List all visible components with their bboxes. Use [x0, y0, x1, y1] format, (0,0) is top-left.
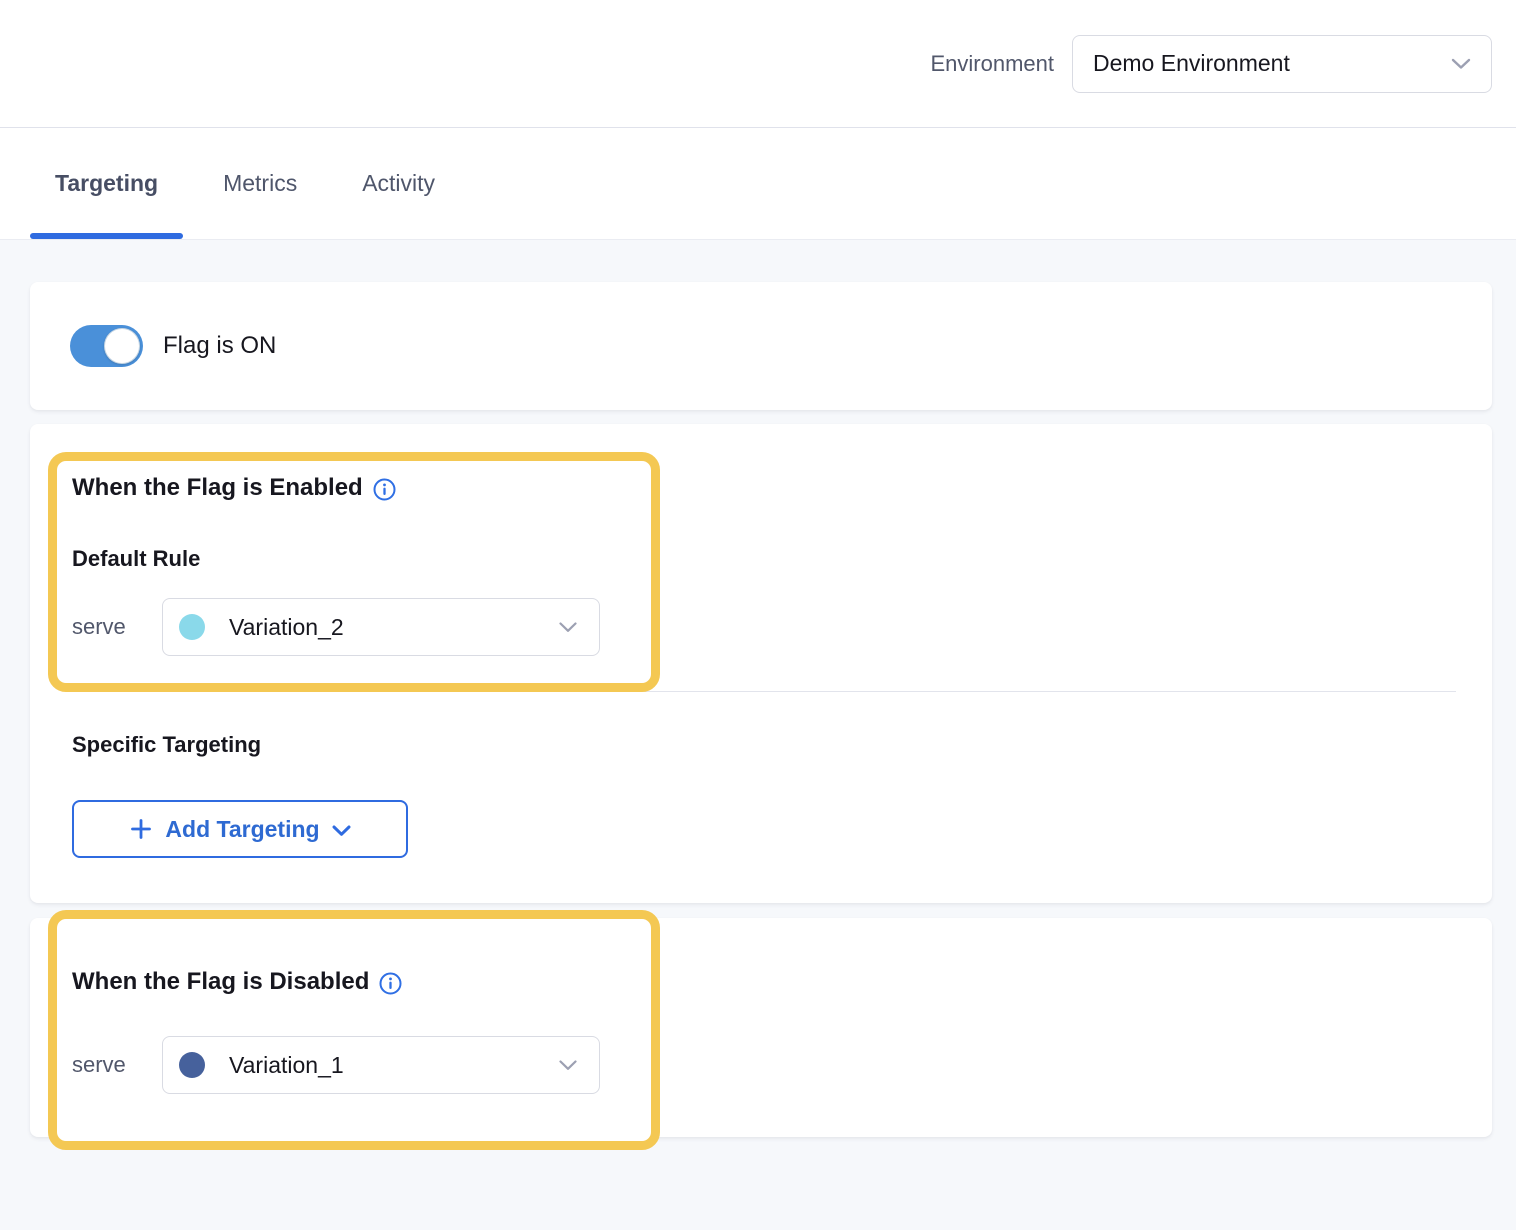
add-targeting-button[interactable]: Add Targeting	[72, 800, 408, 858]
toggle-knob	[104, 328, 140, 364]
enabled-variation-value: Variation_2	[229, 614, 559, 641]
disabled-section-highlight: When the Flag is Disabled serve Variatio…	[48, 910, 660, 1150]
enabled-section-title: When the Flag is Enabled	[72, 473, 363, 503]
flag-status-label: Flag is ON	[163, 332, 276, 360]
environment-value: Demo Environment	[1093, 50, 1451, 77]
add-targeting-label: Add Targeting	[165, 816, 319, 843]
targeting-panel: Flag is ON When the Flag is Enabled Defa…	[0, 240, 1516, 1137]
variation-color-dot	[179, 1052, 205, 1078]
specific-targeting-title: Specific Targeting	[72, 732, 1492, 758]
active-tab-underline	[30, 233, 183, 239]
tab-targeting[interactable]: Targeting	[30, 128, 183, 239]
disabled-section-title: When the Flag is Disabled	[72, 967, 369, 997]
chevron-down-icon	[332, 825, 351, 837]
disabled-variation-select[interactable]: Variation_1	[162, 1036, 600, 1094]
enabled-variation-select[interactable]: Variation_2	[162, 598, 600, 656]
chevron-down-icon	[559, 1060, 577, 1071]
serve-label: serve	[72, 1052, 162, 1078]
flag-status-card: Flag is ON	[30, 282, 1492, 410]
disabled-variation-value: Variation_1	[229, 1052, 559, 1079]
default-rule-label: Default Rule	[72, 546, 651, 572]
tab-activity[interactable]: Activity	[337, 128, 460, 239]
flag-toggle[interactable]	[70, 325, 143, 367]
serve-label: serve	[72, 614, 162, 640]
tab-bar: Targeting Metrics Activity	[0, 128, 1516, 240]
info-icon[interactable]	[379, 972, 402, 995]
chevron-down-icon	[1451, 58, 1471, 70]
tab-targeting-label: Targeting	[55, 170, 158, 197]
variation-color-dot	[179, 614, 205, 640]
environment-label: Environment	[930, 51, 1054, 77]
info-icon[interactable]	[373, 478, 396, 501]
tab-metrics[interactable]: Metrics	[198, 128, 322, 239]
targeting-rules-card: When the Flag is Enabled Default Rule se…	[30, 424, 1492, 903]
enabled-section-highlight: When the Flag is Enabled Default Rule se…	[48, 452, 660, 692]
tab-metrics-label: Metrics	[223, 170, 297, 197]
header: Environment Demo Environment	[0, 0, 1516, 128]
environment-select[interactable]: Demo Environment	[1072, 35, 1492, 93]
disabled-rules-card: When the Flag is Disabled serve Variatio…	[30, 918, 1492, 1137]
plus-icon	[129, 817, 153, 841]
chevron-down-icon	[559, 622, 577, 633]
tab-activity-label: Activity	[362, 170, 435, 197]
